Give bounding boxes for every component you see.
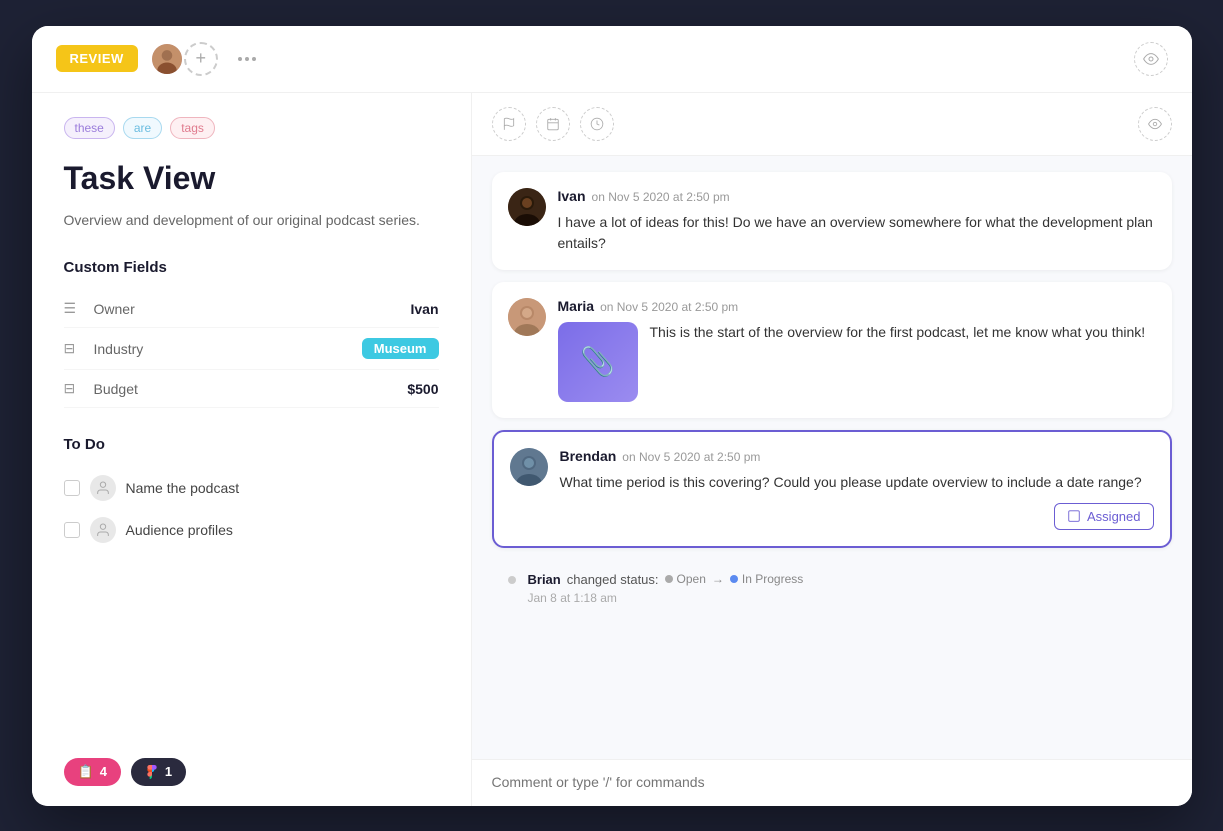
ivan-text: I have a lot of ideas for this! Do we ha…	[558, 212, 1156, 254]
dot-open	[665, 575, 673, 583]
checkbox-icon	[1067, 509, 1081, 523]
toolbar: REVIEW +	[32, 26, 1192, 93]
ivan-comment-header: Ivan on Nov 5 2020 at 2:50 pm	[558, 188, 1156, 204]
todo-avatar-1	[90, 475, 116, 501]
tag-tags[interactable]: tags	[170, 117, 215, 139]
maria-author: Maria	[558, 298, 595, 314]
task-description: Overview and development of our original…	[64, 209, 439, 231]
eye-icon-button[interactable]	[1134, 42, 1168, 76]
field-owner: ☰ Owner Ivan	[64, 290, 439, 328]
notion-badge[interactable]: 📋 4	[64, 758, 121, 786]
dot-progress	[730, 575, 738, 583]
avatar-main	[150, 42, 184, 76]
owner-icon: ☰	[64, 300, 84, 317]
maria-time: on Nov 5 2020 at 2:50 pm	[600, 300, 738, 314]
ivan-author: Ivan	[558, 188, 586, 204]
bottom-badges: 📋 4 1	[64, 758, 187, 786]
maria-comment-header: Maria on Nov 5 2020 at 2:50 pm	[558, 298, 1156, 314]
assigned-row: Assigned	[560, 503, 1154, 530]
budget-icon: ⊟	[64, 380, 84, 397]
notion-icon: 📋	[78, 764, 94, 780]
tags-row: these are tags	[64, 117, 439, 139]
status-change: Brian changed status: Open → In Progress	[492, 560, 1172, 617]
right-panel: Ivan on Nov 5 2020 at 2:50 pm I have a l…	[472, 93, 1192, 806]
todo-section: To Do Name the podcast	[64, 436, 439, 551]
figma-badge[interactable]: 1	[131, 758, 186, 786]
industry-icon: ⊟	[64, 340, 84, 357]
status-action: changed status:	[567, 572, 659, 587]
custom-fields: Custom Fields ☰ Owner Ivan ⊟ Industry Mu…	[64, 259, 439, 408]
comment-brendan: Brendan on Nov 5 2020 at 2:50 pm What ti…	[492, 430, 1172, 548]
tag-are[interactable]: are	[123, 117, 162, 139]
status-author: Brian	[528, 572, 561, 587]
status-timestamp: Jan 8 at 1:18 am	[528, 591, 804, 605]
right-toolbar-icons	[492, 107, 614, 141]
status-content: Brian changed status: Open → In Progress	[528, 572, 804, 605]
add-avatar-button[interactable]: +	[184, 42, 218, 76]
right-toolbar	[472, 93, 1192, 156]
brendan-comment-body: Brendan on Nov 5 2020 at 2:50 pm What ti…	[560, 448, 1154, 530]
figma-icon	[145, 765, 159, 779]
todo-checkbox-2[interactable]	[64, 522, 80, 538]
maria-comment-content: 📎 This is the start of the overview for …	[558, 322, 1156, 402]
toolbar-left: REVIEW +	[56, 42, 1122, 76]
budget-label: Budget	[94, 381, 408, 397]
assigned-button[interactable]: Assigned	[1054, 503, 1153, 530]
todo-text-2: Audience profiles	[126, 522, 233, 538]
owner-value: Ivan	[410, 301, 438, 317]
comment-ivan: Ivan on Nov 5 2020 at 2:50 pm I have a l…	[492, 172, 1172, 270]
main-content: these are tags Task View Overview and de…	[32, 93, 1192, 806]
industry-value[interactable]: Museum	[362, 338, 439, 359]
brendan-time: on Nov 5 2020 at 2:50 pm	[622, 450, 760, 464]
maria-text: This is the start of the overview for th…	[650, 322, 1146, 343]
brendan-text: What time period is this covering? Could…	[560, 472, 1154, 493]
field-industry: ⊟ Industry Museum	[64, 328, 439, 370]
attachment-thumbnail: 📎	[558, 322, 638, 402]
todo-item: Audience profiles	[64, 509, 439, 551]
comments-area: Ivan on Nov 5 2020 at 2:50 pm I have a l…	[472, 156, 1192, 759]
eye-right-icon-button[interactable]	[1138, 107, 1172, 141]
left-panel: these are tags Task View Overview and de…	[32, 93, 472, 806]
flag-icon-button[interactable]	[492, 107, 526, 141]
brendan-comment-header: Brendan on Nov 5 2020 at 2:50 pm	[560, 448, 1154, 464]
brendan-avatar	[510, 448, 548, 486]
review-badge: REVIEW	[56, 45, 138, 72]
owner-label: Owner	[94, 301, 411, 317]
task-title: Task View	[64, 159, 439, 197]
more-options-button[interactable]	[238, 57, 256, 61]
todo-checkbox-1[interactable]	[64, 480, 80, 496]
attachment-icon: 📎	[580, 345, 615, 378]
comment-maria: Maria on Nov 5 2020 at 2:50 pm 📎 This is…	[492, 282, 1172, 418]
clock-icon-button[interactable]	[580, 107, 614, 141]
ivan-avatar	[508, 188, 546, 226]
status-dot	[508, 576, 516, 584]
maria-avatar	[508, 298, 546, 336]
notion-count: 4	[100, 764, 107, 779]
status-from: Open	[665, 572, 706, 586]
avatar-group: +	[150, 42, 218, 76]
maria-comment-body: Maria on Nov 5 2020 at 2:50 pm 📎 This is…	[558, 298, 1156, 402]
todo-item: Name the podcast	[64, 467, 439, 509]
comment-input[interactable]	[492, 774, 1172, 790]
status-text: Brian changed status: Open → In Progress	[528, 572, 804, 587]
ivan-comment-body: Ivan on Nov 5 2020 at 2:50 pm I have a l…	[558, 188, 1156, 254]
ivan-time: on Nov 5 2020 at 2:50 pm	[592, 190, 730, 204]
todo-avatar-2	[90, 517, 116, 543]
calendar-icon-button[interactable]	[536, 107, 570, 141]
budget-value: $500	[407, 381, 438, 397]
todo-title: To Do	[64, 436, 439, 453]
custom-fields-title: Custom Fields	[64, 259, 439, 276]
field-budget: ⊟ Budget $500	[64, 370, 439, 408]
status-to: In Progress	[730, 572, 803, 586]
comment-input-area	[472, 759, 1192, 806]
figma-count: 1	[165, 764, 172, 779]
assigned-label: Assigned	[1087, 509, 1140, 524]
brendan-author: Brendan	[560, 448, 617, 464]
industry-label: Industry	[94, 341, 362, 357]
arrow-icon: →	[712, 572, 724, 586]
app-container: REVIEW +	[32, 26, 1192, 806]
todo-text-1: Name the podcast	[126, 480, 240, 496]
toolbar-right	[1134, 42, 1168, 76]
tag-these[interactable]: these	[64, 117, 115, 139]
